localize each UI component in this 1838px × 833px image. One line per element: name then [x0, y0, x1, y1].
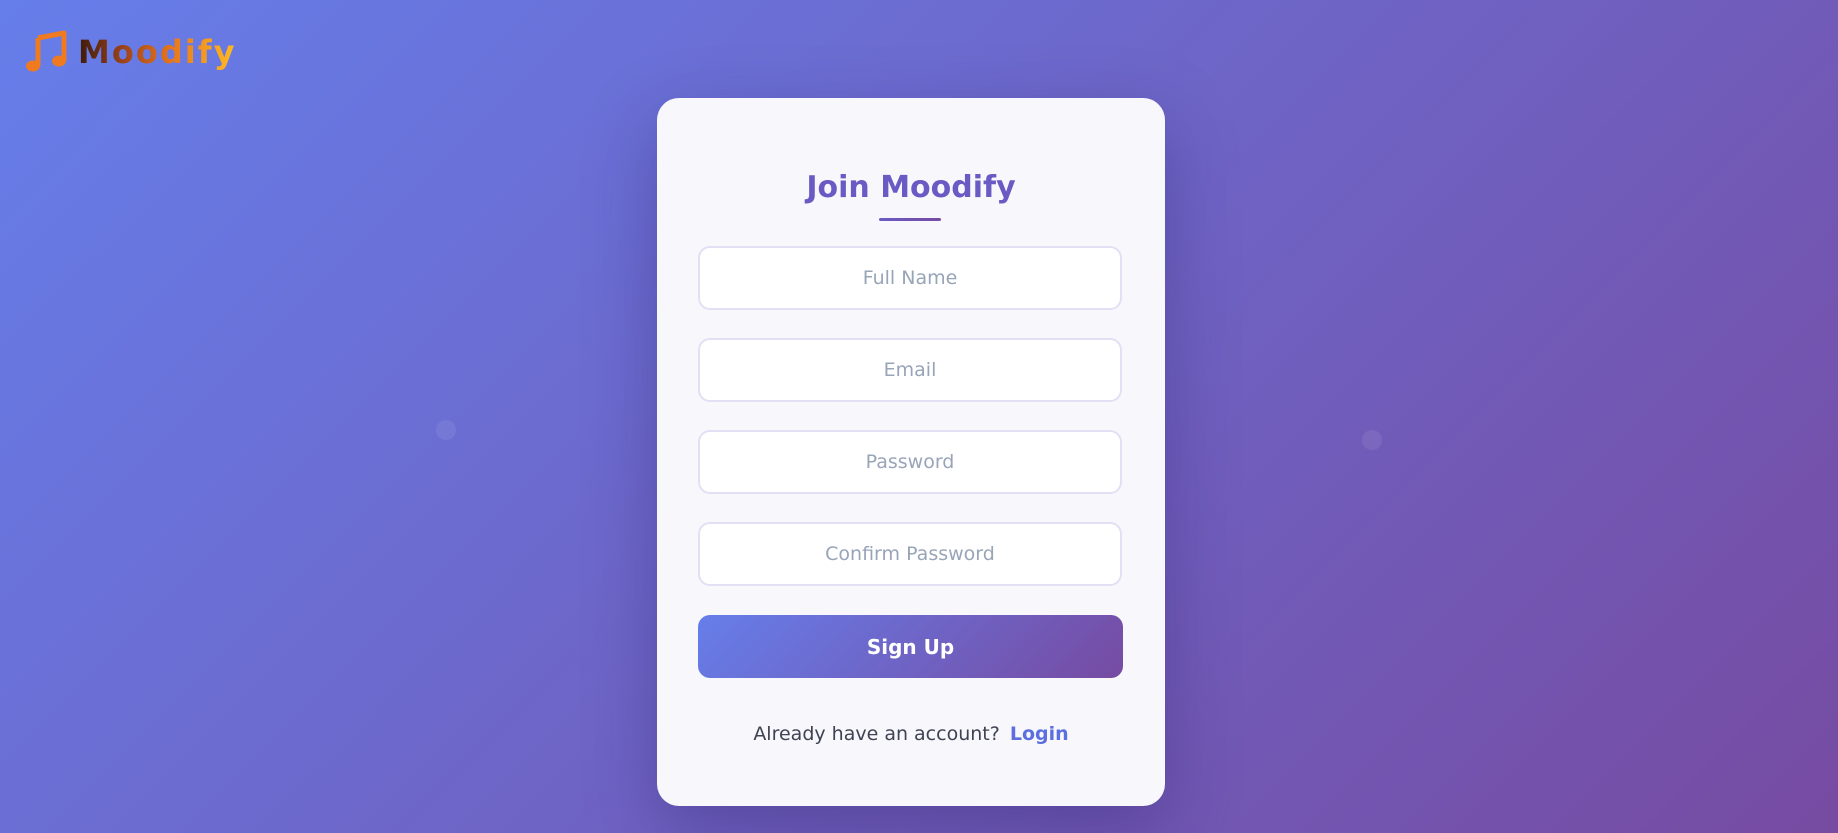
brand-name: Moodify	[78, 33, 237, 71]
login-prompt: Already have an account? Login	[657, 723, 1165, 745]
login-prompt-text: Already have an account?	[753, 723, 1000, 745]
confirm-password-field[interactable]	[698, 522, 1122, 586]
title-underline	[879, 218, 941, 221]
email-field[interactable]	[698, 338, 1122, 402]
decorative-bubble	[1362, 430, 1382, 450]
decorative-bubble	[436, 420, 456, 440]
brand-logo[interactable]: Moodify	[24, 30, 236, 74]
signup-card: Join Moodify Sign Up Already have an acc…	[657, 98, 1165, 806]
full-name-field[interactable]	[698, 246, 1122, 310]
sign-up-button[interactable]: Sign Up	[698, 615, 1123, 678]
music-note-icon	[26, 30, 67, 72]
password-field[interactable]	[698, 430, 1122, 494]
login-link[interactable]: Login	[1010, 723, 1069, 745]
signup-title: Join Moodify	[806, 170, 1016, 205]
